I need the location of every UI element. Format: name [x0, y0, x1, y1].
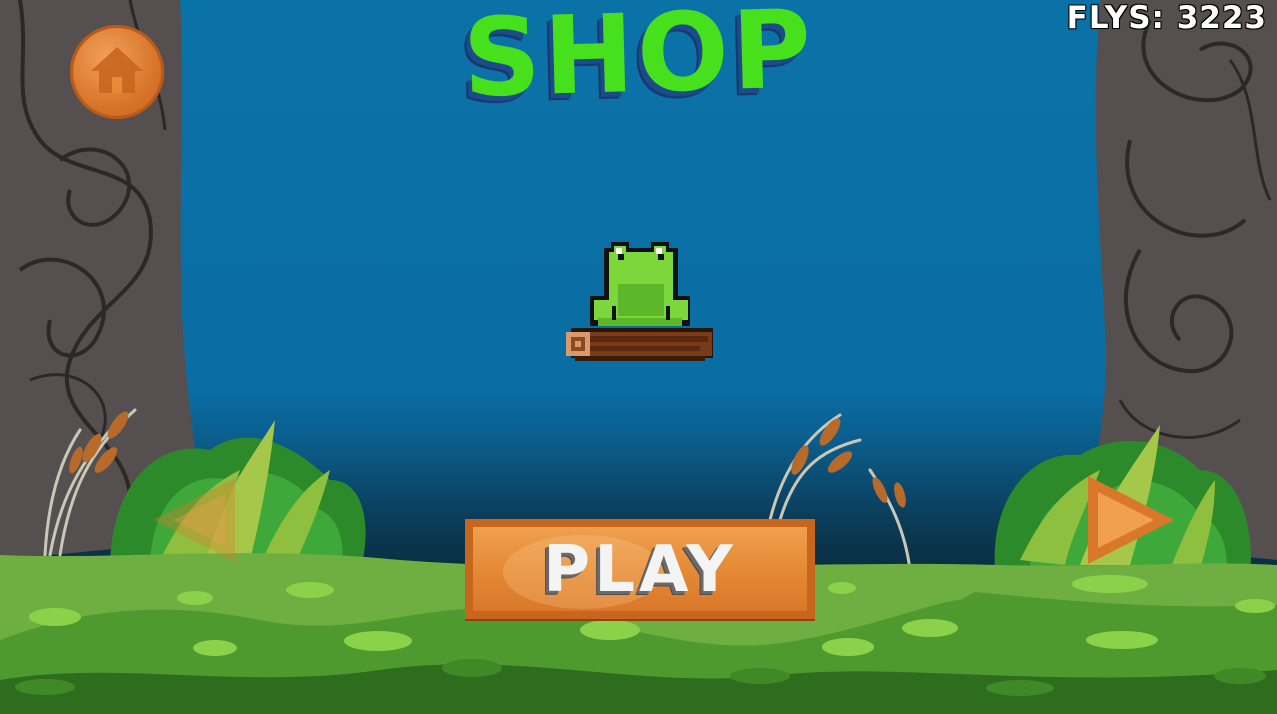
play-label: PLAY	[543, 533, 737, 607]
play-button[interactable]: PLAY	[465, 519, 815, 619]
flys-counter: FLYS: 3223	[1066, 0, 1267, 36]
prev-arrow-button[interactable]	[145, 470, 245, 570]
home-button[interactable]	[70, 25, 164, 119]
next-arrow-button[interactable]	[1082, 470, 1182, 570]
home-icon	[91, 47, 143, 93]
game-scene: SHOP FLYS: 3223 PLAY	[0, 0, 1277, 714]
frog	[590, 242, 690, 326]
log	[566, 328, 713, 361]
